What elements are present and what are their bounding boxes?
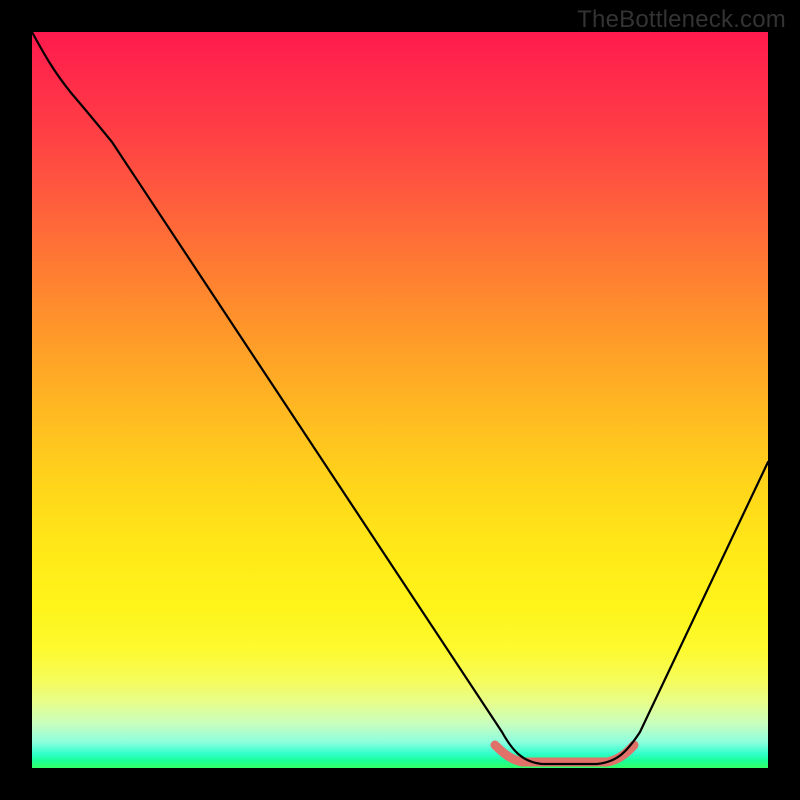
chart-container: TheBottleneck.com	[0, 0, 800, 800]
watermark-text: TheBottleneck.com	[577, 6, 786, 34]
bottleneck-curve	[32, 32, 768, 764]
plot-area	[32, 32, 768, 768]
curve-svg	[32, 32, 768, 768]
